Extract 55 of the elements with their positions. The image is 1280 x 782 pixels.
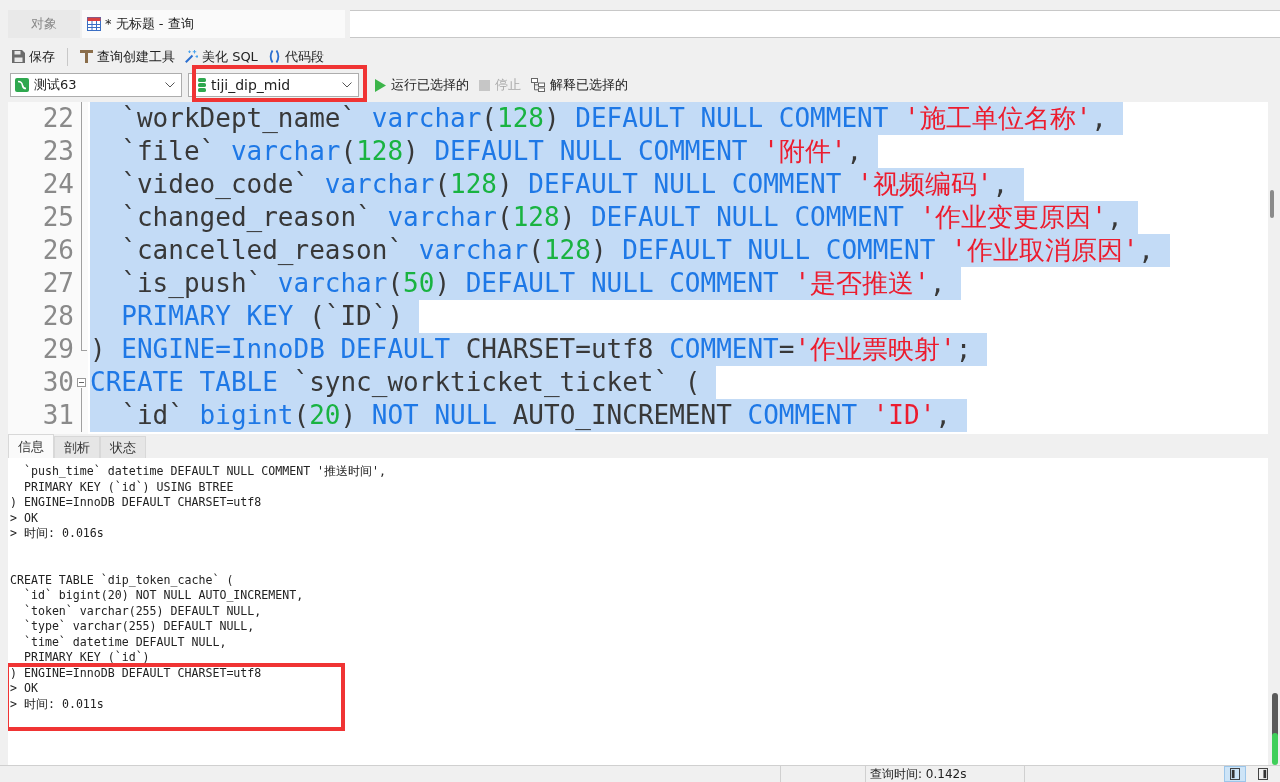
magic-wand-icon: [185, 50, 198, 63]
message-line: `type` varchar(255) DEFAULT NULL,: [22, 619, 256, 635]
view-button[interactable]: [1224, 766, 1246, 782]
status-text: 查询时间: 0.142s: [865, 766, 1024, 782]
brackets-icon: [267, 50, 281, 63]
connection-icon: [15, 78, 29, 92]
line-number: 23: [41, 135, 74, 168]
message-line: PRIMARY KEY (`id`): [22, 650, 151, 666]
line-number: 24: [41, 168, 74, 201]
code-snippet-button[interactable]: 代码段: [265, 45, 326, 68]
line-number: 22: [41, 102, 74, 135]
line-number: 29: [41, 333, 74, 366]
run-selected-button[interactable]: 运行已选择的: [373, 73, 471, 97]
database-icon: [198, 78, 206, 92]
stop-icon: [479, 79, 490, 91]
message-line: > 时间: 0.016s: [10, 526, 105, 542]
message-line: > OK: [10, 510, 39, 526]
query-builder-button[interactable]: 查询创建工具: [78, 45, 177, 68]
tab[interactable]: 信息: [8, 434, 54, 458]
explain-selected-button[interactable]: 解释已选择的: [529, 73, 630, 97]
message-line: `push_time` datetime DEFAULT NULL COMMENT '推送时间',: [22, 464, 388, 480]
left-panel-icon: [1230, 768, 1240, 780]
line-number: 30: [41, 366, 74, 399]
scrollbar-thumb[interactable]: [1272, 693, 1278, 765]
message-line: CREATE TABLE `dip_token_cache` (: [10, 572, 235, 588]
message-line: `token` varchar(255) DEFAULT NULL,: [22, 603, 263, 619]
line-number: 31: [41, 399, 74, 432]
save-icon: [12, 50, 25, 63]
beautify-sql-button[interactable]: 美化 SQL: [183, 45, 260, 68]
t-square-icon: [80, 50, 93, 63]
tab[interactable]: * 无标题 - 查询: [82, 10, 345, 38]
database-dropdown[interactable]: tiji_dip_mid: [188, 73, 359, 97]
tab[interactable]: 剖析: [54, 436, 100, 458]
connection-dropdown[interactable]: 测试63: [10, 73, 182, 97]
message-line: ) ENGINE=InnoDB DEFAULT CHARSET=utf8: [10, 495, 263, 511]
caret-icon: [165, 82, 175, 88]
line-number: 27: [41, 267, 74, 300]
message-line: `time` datetime DEFAULT NULL,: [22, 634, 228, 650]
message-line: `id` bigint(20) NOT NULL AUTO_INCREMENT,: [22, 588, 305, 604]
message-line: > OK: [10, 681, 39, 697]
tree-diagram-icon: [531, 78, 545, 92]
message-line: PRIMARY KEY (`id`) USING BTREE: [22, 479, 235, 495]
collapse-icon[interactable]: [77, 378, 86, 387]
tab[interactable]: 状态: [100, 436, 146, 458]
line-number: 26: [41, 234, 74, 267]
message-line: > 时间: 0.011s: [10, 696, 105, 712]
scrollbar-thumb[interactable]: [1270, 190, 1274, 218]
line-number: 25: [41, 201, 74, 234]
save-button[interactable]: 保存: [10, 45, 57, 68]
caret-icon: [342, 82, 352, 88]
right-panel-icon: [1258, 768, 1268, 780]
line-number: 28: [41, 300, 74, 333]
play-icon: [375, 78, 386, 92]
table-icon: [87, 17, 101, 31]
message-line: ) ENGINE=InnoDB DEFAULT CHARSET=utf8: [10, 665, 263, 681]
